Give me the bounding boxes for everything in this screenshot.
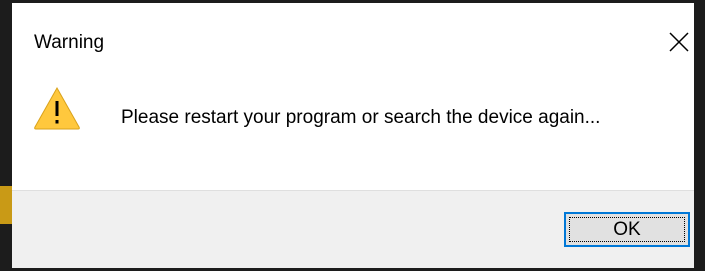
dialog-footer: OK [12,190,694,268]
warning-dialog: Warning Please restart your program or s… [12,3,694,268]
ok-button[interactable]: OK [564,212,690,247]
title-bar[interactable]: Warning [12,3,694,80]
close-icon [669,32,689,52]
desktop-background [0,0,12,271]
dialog-message: Please restart your program or search th… [121,107,601,128]
dialog-content: Please restart your program or search th… [12,80,694,190]
close-button[interactable] [666,27,692,57]
ok-button-label: OK [613,218,641,240]
dialog-title: Warning [34,32,105,53]
desktop-background [694,0,705,271]
screen: Warning Please restart your program or s… [0,0,705,271]
desktop-background [0,186,12,224]
warning-icon [34,86,80,130]
